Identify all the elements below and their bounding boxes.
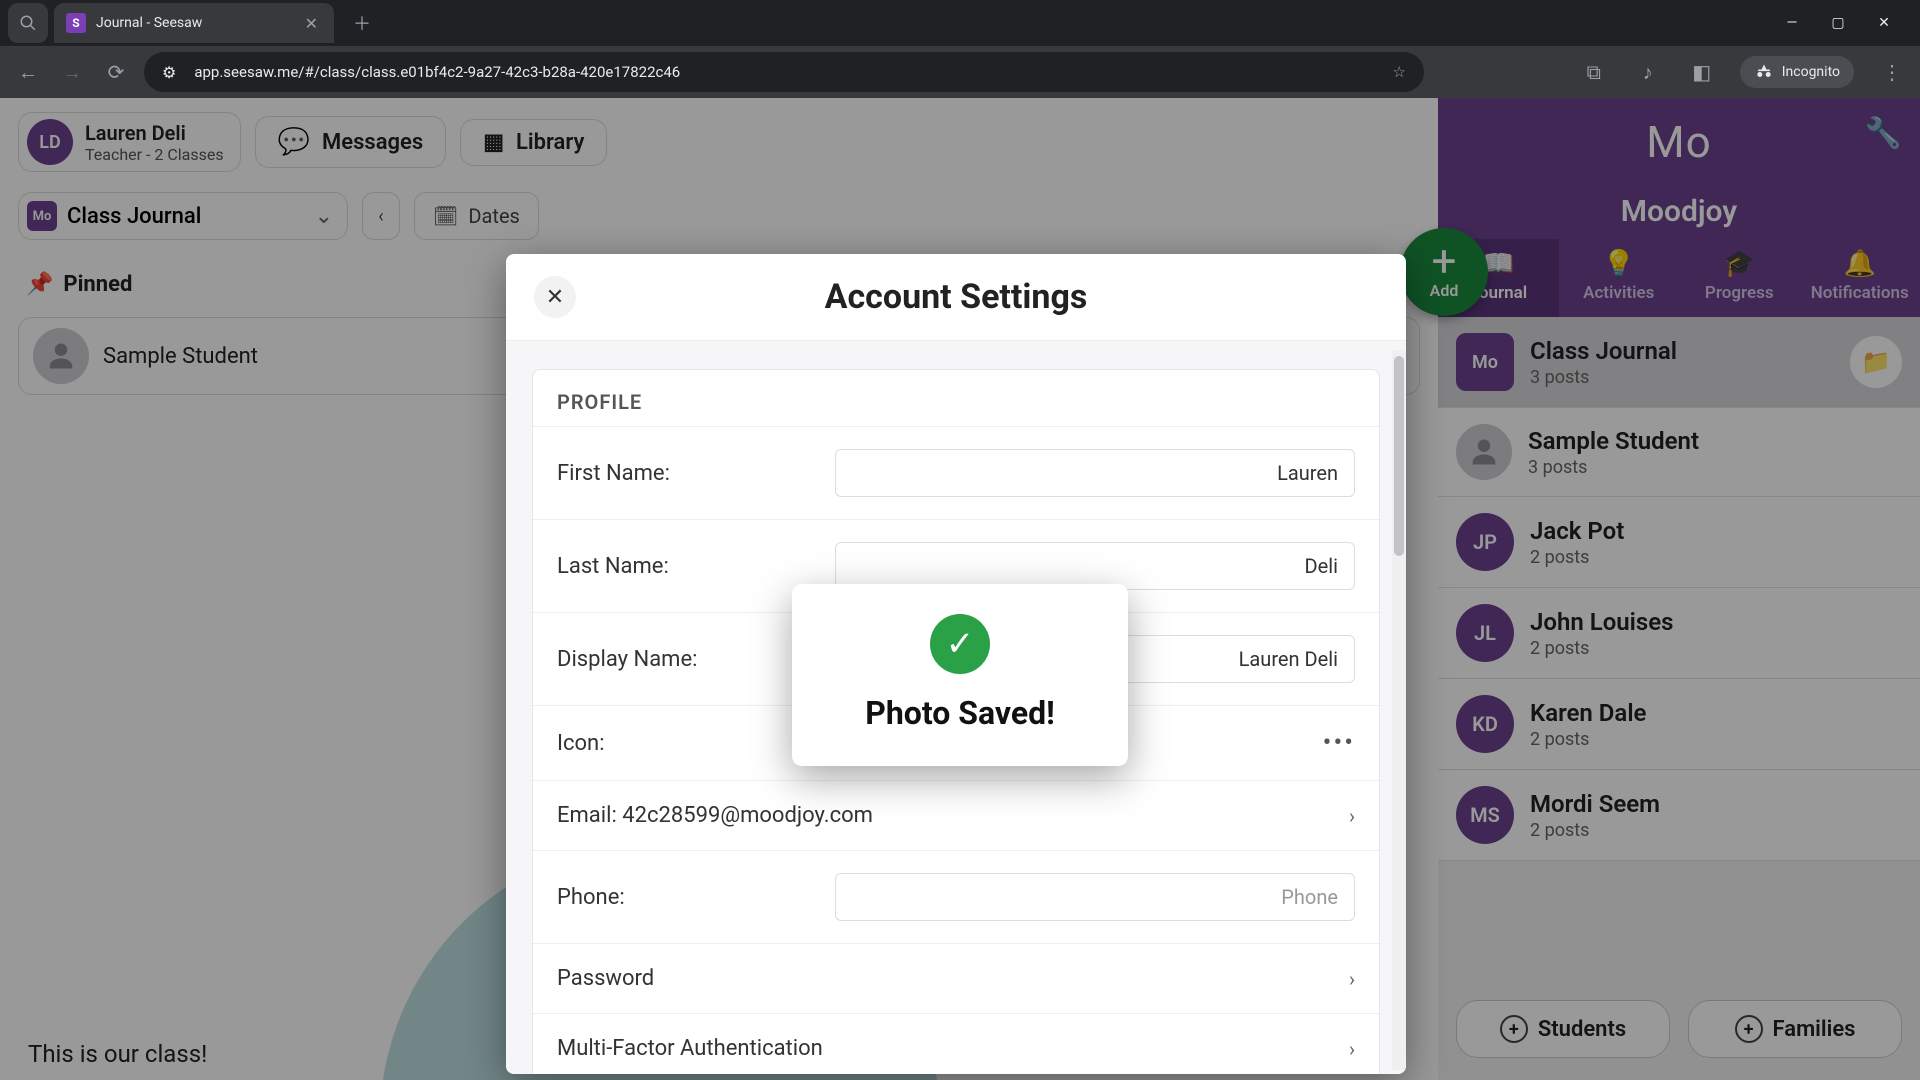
tab-search-button[interactable] [8, 3, 48, 43]
ellipsis-icon[interactable]: ••• [1323, 728, 1355, 758]
browser-tab[interactable]: S Journal - Seesaw ✕ [54, 3, 334, 43]
first-name-label: First Name: [557, 461, 670, 486]
first-name-input[interactable] [835, 449, 1355, 497]
omnibox[interactable]: ⚙ app.seesaw.me/#/class/class.e01bf4c2-9… [144, 52, 1424, 92]
last-name-input[interactable] [835, 542, 1355, 590]
extensions-icon[interactable]: ⧉ [1578, 56, 1610, 88]
scrollbar-thumb[interactable] [1394, 356, 1404, 556]
bookmark-icon[interactable]: ☆ [1393, 63, 1406, 81]
password-row[interactable]: Password › [533, 943, 1379, 1013]
password-label: Password [557, 966, 654, 991]
incognito-label: Incognito [1782, 64, 1840, 80]
icon-label: Icon: [557, 731, 605, 756]
chevron-right-icon: › [1349, 804, 1355, 828]
close-icon[interactable]: ✕ [305, 14, 318, 33]
sidepanel-icon[interactable]: ◧ [1686, 56, 1718, 88]
display-name-label: Display Name: [557, 647, 697, 672]
mfa-label: Multi-Factor Authentication [557, 1036, 823, 1061]
phone-row: Phone: [533, 850, 1379, 943]
close-window-icon[interactable]: ✕ [1872, 11, 1896, 35]
minimize-icon[interactable]: — [1780, 11, 1804, 35]
reload-button[interactable]: ⟳ [100, 56, 132, 88]
tab-title: Journal - Seesaw [96, 15, 202, 31]
phone-input[interactable] [835, 873, 1355, 921]
checkmark-icon: ✓ [930, 614, 990, 674]
playlist-icon[interactable]: ♪ [1632, 56, 1664, 88]
close-modal-button[interactable]: ✕ [534, 276, 576, 318]
profile-section-title: PROFILE [533, 370, 1379, 426]
app: LD Lauren Deli Teacher - 2 Classes 💬 Mes… [0, 98, 1920, 1080]
modal-header: ✕ Account Settings [506, 254, 1406, 341]
address-bar: ← → ⟳ ⚙ app.seesaw.me/#/class/class.e01b… [0, 46, 1920, 98]
last-name-label: Last Name: [557, 554, 669, 579]
chevron-right-icon: › [1349, 967, 1355, 991]
chevron-right-icon: › [1349, 1037, 1355, 1061]
modal-scrollbar[interactable] [1392, 350, 1406, 1070]
kebab-icon[interactable]: ⋮ [1876, 56, 1908, 88]
toast-photo-saved: ✓ Photo Saved! [792, 584, 1128, 766]
maximize-icon[interactable]: ▢ [1826, 11, 1850, 35]
url-text: app.seesaw.me/#/class/class.e01bf4c2-9a2… [194, 63, 680, 81]
email-label: Email: 42c28599@moodjoy.com [557, 803, 873, 828]
tab-favicon-icon: S [66, 13, 86, 33]
first-name-row: First Name: [533, 426, 1379, 519]
email-row[interactable]: Email: 42c28599@moodjoy.com › [533, 780, 1379, 850]
forward-button[interactable]: → [56, 56, 88, 88]
incognito-icon [1754, 62, 1774, 82]
back-button[interactable]: ← [12, 56, 44, 88]
incognito-badge[interactable]: Incognito [1740, 56, 1854, 88]
mfa-row[interactable]: Multi-Factor Authentication › [533, 1013, 1379, 1074]
site-settings-icon[interactable]: ⚙ [162, 63, 176, 82]
toast-text: Photo Saved! [865, 694, 1055, 732]
tab-strip: S Journal - Seesaw ✕ ＋ — ▢ ✕ [0, 0, 1920, 46]
window-controls: — ▢ ✕ [1780, 11, 1912, 35]
modal-title: Account Settings [576, 277, 1336, 317]
new-tab-button[interactable]: ＋ [346, 7, 378, 39]
browser-chrome: S Journal - Seesaw ✕ ＋ — ▢ ✕ ← → ⟳ ⚙ app… [0, 0, 1920, 98]
phone-label: Phone: [557, 885, 625, 910]
